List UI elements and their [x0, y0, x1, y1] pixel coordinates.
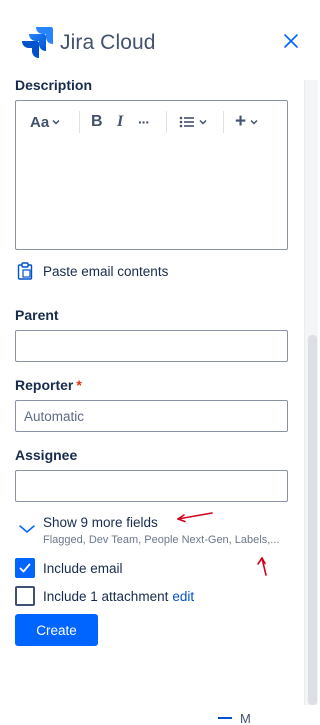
include-attachment-text: Include 1 attachment	[43, 588, 169, 604]
checkbox-unchecked[interactable]	[15, 586, 35, 606]
toolbar-divider	[223, 111, 224, 133]
editor-toolbar: Aa B I ··· +	[16, 101, 287, 143]
description-editor[interactable]: Aa B I ··· +	[15, 100, 288, 250]
close-icon[interactable]	[280, 30, 302, 52]
jira-logo-icon	[22, 27, 53, 58]
paste-email-button[interactable]: Paste email contents	[17, 262, 168, 280]
parent-field[interactable]	[15, 330, 288, 362]
chevron-down-icon	[52, 119, 60, 125]
insert-label: +	[235, 111, 247, 132]
bold-button[interactable]: B	[91, 112, 103, 132]
show-more-fields-summary: Flagged, Dev Team, People Next-Gen, Labe…	[43, 534, 280, 546]
include-attachment-checkbox[interactable]: Include 1 attachment edit	[15, 586, 194, 606]
italic-button[interactable]: I	[117, 112, 123, 132]
chevron-down-icon	[250, 119, 258, 125]
bullet-list-icon	[179, 116, 194, 128]
reporter-value: Automatic	[24, 408, 85, 424]
clipboard-icon	[17, 262, 33, 280]
bold-label: B	[91, 113, 103, 130]
chevron-down-icon	[19, 525, 35, 533]
text-style-label: Aa	[30, 113, 50, 131]
more-formatting-label: ···	[138, 114, 150, 130]
assignee-field[interactable]	[15, 470, 288, 502]
list-dropdown[interactable]	[179, 112, 208, 132]
checkbox-checked[interactable]	[15, 558, 35, 578]
scrollbar-thumb[interactable]	[308, 335, 317, 705]
toolbar-divider	[79, 111, 80, 133]
paste-email-label: Paste email contents	[43, 263, 169, 279]
footer-partial-text: M	[240, 711, 251, 725]
reporter-label-text: Reporter	[15, 377, 74, 393]
app-title: Jira Cloud	[60, 31, 156, 54]
check-icon	[19, 563, 31, 573]
italic-label: I	[117, 113, 124, 130]
annotation-arrow-icon	[257, 557, 267, 576]
include-attachment-label: Include 1 attachment edit	[43, 589, 194, 604]
description-label: Description	[15, 77, 93, 93]
assignee-label: Assignee	[15, 447, 78, 463]
include-email-label: Include email	[43, 560, 123, 576]
menu-icon[interactable]	[218, 717, 232, 719]
parent-label: Parent	[15, 307, 59, 323]
insert-dropdown[interactable]: +	[235, 111, 259, 132]
show-more-fields-title: Show 9 more fields	[43, 515, 158, 530]
create-button[interactable]: Create	[15, 614, 98, 646]
required-marker: *	[76, 377, 82, 393]
panel-header: Jira Cloud	[0, 0, 318, 80]
footer-bar: M	[0, 705, 318, 725]
annotation-arrow-icon	[177, 512, 213, 523]
toolbar-divider	[166, 111, 167, 133]
text-style-dropdown[interactable]: Aa	[30, 112, 61, 132]
edit-attachment-link[interactable]: edit	[172, 589, 194, 604]
reporter-field[interactable]: Automatic	[15, 400, 288, 432]
chevron-down-icon	[199, 119, 207, 125]
include-email-checkbox[interactable]: Include email	[15, 558, 123, 578]
more-formatting-button[interactable]: ···	[138, 112, 150, 132]
reporter-label: Reporter *	[15, 377, 82, 393]
